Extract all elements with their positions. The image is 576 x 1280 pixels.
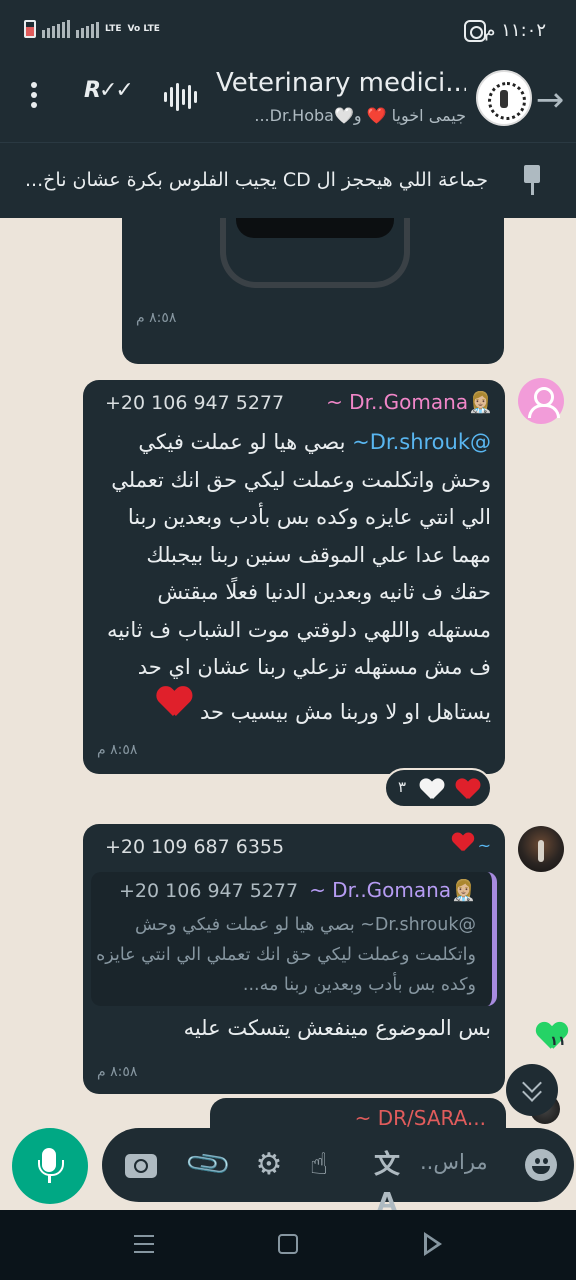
system-nav-bar (0, 1210, 576, 1280)
sender-avatar[interactable] (518, 378, 564, 424)
group-title[interactable]: Veterinary medici... (216, 68, 466, 98)
sender-avatar[interactable] (518, 826, 564, 872)
message-time: ٨:٥٨ م (97, 1064, 138, 1080)
mic-button[interactable] (12, 1128, 88, 1204)
reaction-count: ٣ (398, 778, 407, 796)
signal-icon (42, 20, 70, 38)
emoji-icon[interactable] (522, 1146, 560, 1184)
chat-area[interactable]: ٨:٥٨ م +20 106 947 5277 ~ Dr..Gomana👩🏼‍⚕… (0, 218, 576, 1210)
pin-icon (518, 165, 546, 197)
message-bubble[interactable]: +20 106 947 5277 ~ Dr..Gomana👩🏼‍⚕️ @Dr.s… (83, 380, 505, 774)
pinned-message-bar[interactable]: جماعة اللي هيحجز ال CD يجيب الفلوس بكرة … (0, 142, 576, 218)
message-body: بصي هيا لو عملت فيكي وحش واتكلمت وعملت ل… (106, 430, 491, 724)
touch-icon[interactable]: ☝ (300, 1146, 338, 1184)
pinned-message-text: جماعة اللي هيحجز ال CD يجيب الفلوس بكرة … (25, 169, 488, 191)
message-input[interactable]: مراس.. (420, 1150, 488, 1174)
heart-emoji (452, 833, 474, 853)
volte-label: Vo LTE (127, 23, 160, 34)
group-avatar[interactable] (476, 70, 532, 126)
message-text: @Dr.shrouk~ بصي هيا لو عملت فيكي وحش وات… (99, 424, 491, 731)
settings-icon[interactable]: ⚙ (250, 1146, 288, 1184)
network-label: LTE (105, 23, 122, 34)
signal-icon-2 (76, 20, 99, 38)
group-members[interactable]: جيمى اخويا ❤️ و🤍Dr.Hoba... (254, 106, 466, 125)
quote-phone: +20 106 947 5277 (119, 880, 299, 902)
image-message[interactable]: ٨:٥٨ م (122, 218, 504, 364)
translate-icon[interactable]: 文A (368, 1146, 406, 1218)
red-heart-emoji (157, 687, 209, 733)
home-icon[interactable] (278, 1234, 298, 1254)
camera-icon[interactable] (122, 1146, 160, 1184)
unread-badge[interactable]: ١١ (540, 1026, 574, 1060)
reactions-pill[interactable]: ٣ (384, 768, 492, 808)
battery-icon (24, 20, 36, 38)
back-icon[interactable] (424, 1232, 442, 1256)
image-content (220, 218, 410, 288)
chat-header: → Veterinary medici... جيمى اخويا ❤️ و🤍D… (0, 62, 576, 142)
scroll-down-button[interactable] (506, 1064, 558, 1116)
recent-apps-icon[interactable] (134, 1235, 154, 1253)
read-all-icon[interactable]: R✓✓ (84, 78, 134, 103)
status-bar: LTE Vo LTE ١١:٠٢ م (0, 0, 576, 62)
voice-call-icon[interactable] (164, 82, 197, 112)
unread-count: ١١ (550, 1034, 566, 1049)
quote-sender: ~ Dr..Gomana👩🏼‍⚕️ (309, 878, 476, 902)
instagram-icon (464, 20, 486, 42)
status-left: LTE Vo LTE (24, 20, 160, 38)
sender-name[interactable]: ~ Dr..Gomana👩🏼‍⚕️ (326, 390, 493, 414)
quote-text: @Dr.shrouk~ بصي هيا لو عملت فيكي وحش وات… (96, 915, 476, 995)
sender-prefix: ~ (477, 836, 491, 855)
message-time: ٨:٥٨ م (136, 310, 177, 326)
message-time: ٨:٥٨ م (97, 742, 138, 758)
attach-icon[interactable]: 📎 (182, 1138, 236, 1192)
back-arrow-icon[interactable]: → (530, 80, 570, 120)
message-body: بس الموضوع مينفعش يتسكت عليه (183, 1016, 491, 1040)
status-time: ١١:٠٢ م (484, 20, 546, 41)
message-bubble[interactable]: +20 109 687 6355 ~ +20 106 947 5277 ~ Dr… (83, 824, 505, 1094)
sender-phone[interactable]: +20 106 947 5277 (105, 392, 284, 414)
quoted-message[interactable]: +20 106 947 5277 ~ Dr..Gomana👩🏼‍⚕️ @Dr.s… (91, 872, 497, 1006)
red-heart-icon (456, 779, 480, 801)
mention-link[interactable]: @Dr.shrouk~ (352, 430, 491, 454)
message-composer[interactable]: 📎 ⚙ ☝ 文A مراس.. (102, 1128, 574, 1218)
white-heart-icon (420, 779, 444, 801)
sender-phone[interactable]: +20 109 687 6355 (105, 836, 284, 858)
sender-name[interactable] (451, 832, 475, 860)
sender-name[interactable]: ~ DR/SARA... (355, 1106, 486, 1130)
more-options-icon[interactable] (24, 78, 44, 118)
